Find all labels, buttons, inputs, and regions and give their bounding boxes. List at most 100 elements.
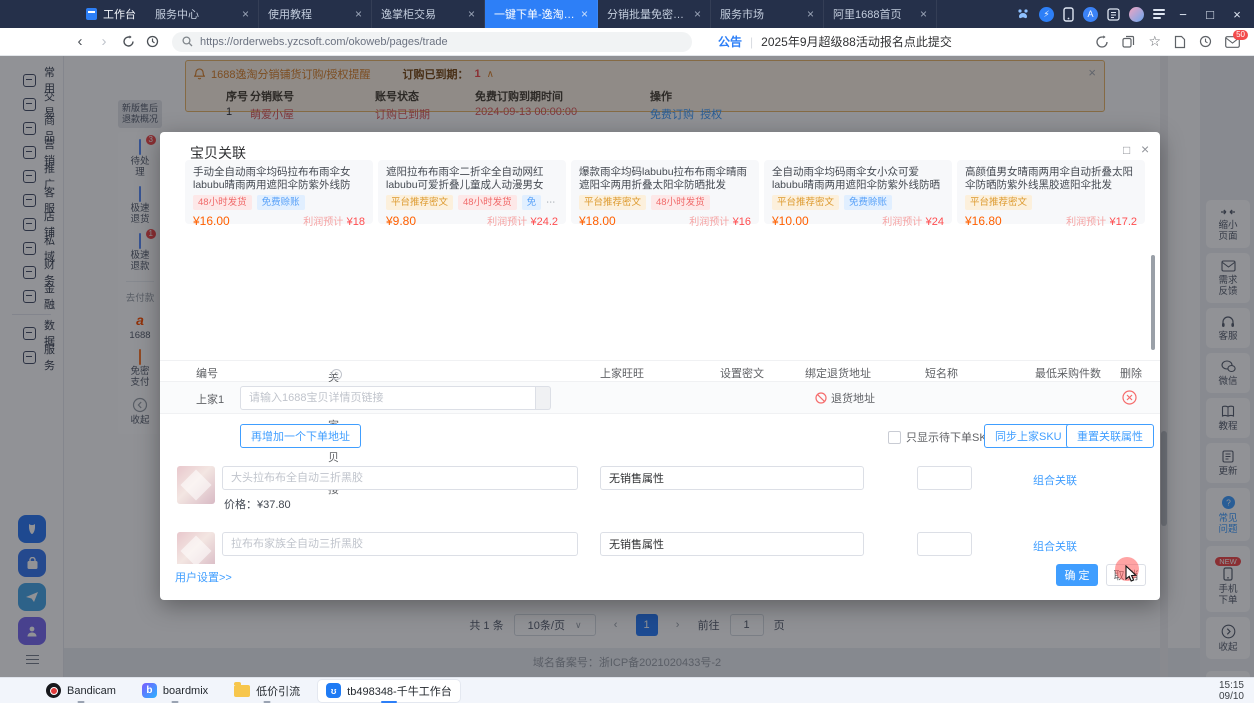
product-card[interactable]: 全自动雨伞均码雨伞女小众可爱labubu晴雨两用遮阳伞防紫外线防晒 平台推荐密文… (764, 160, 952, 224)
modal-maximize-icon[interactable]: □ (1123, 143, 1130, 157)
forward-icon[interactable]: › (92, 33, 116, 50)
screen: 工作台 服务中心× 使用教程× 逸掌柜交易× 一键下单-逸淘软件× 分销批量免密… (0, 0, 1254, 703)
profit: ¥24 (926, 216, 944, 228)
back-icon[interactable]: ‹ (68, 33, 92, 50)
workspace-label: 工作台 (103, 6, 136, 22)
history-icon[interactable] (140, 35, 164, 48)
mail-badge: 50 (1233, 30, 1248, 40)
alibaba-extension-icon[interactable]: A (1083, 7, 1098, 22)
search-icon (182, 36, 193, 47)
taskbar-item-folder[interactable]: 低价引流 (226, 680, 308, 702)
sku-attribute-input[interactable] (600, 466, 864, 490)
close-icon[interactable]: × (468, 7, 475, 21)
window-maximize-button[interactable]: □ (1201, 7, 1219, 22)
checkbox-icon[interactable] (888, 431, 901, 444)
clock-time: 15:15 (1219, 680, 1244, 691)
mail-icon[interactable]: 50 (1225, 36, 1240, 48)
paw-extension-icon[interactable] (1016, 7, 1030, 21)
delete-row-icon[interactable] (1122, 390, 1137, 405)
copy-icon[interactable] (1122, 35, 1135, 48)
announcement[interactable]: 公告 | 2025年9月超级88活动报名点此提交 (718, 33, 952, 50)
sync-supplier-sku-button[interactable]: 同步上家SKU (984, 424, 1073, 448)
supplier-link-input[interactable] (240, 386, 536, 410)
tab-batch-pay[interactable]: 分销批量免密支付× (598, 0, 711, 28)
close-icon[interactable]: × (581, 7, 588, 21)
tag: 平台推荐密文 (772, 195, 839, 210)
url-text: https://orderwebs.yzcsoft.com/okoweb/pag… (200, 36, 448, 48)
phone-extension-icon[interactable] (1063, 7, 1074, 22)
forbidden-icon (815, 392, 827, 404)
tab-yzg-trade[interactable]: 逸掌柜交易× (372, 0, 485, 28)
tab-one-key-order-active[interactable]: 一键下单-逸淘软件× (485, 0, 598, 28)
tab-service-center[interactable]: 服务中心× (146, 0, 259, 28)
boardmix-icon: b (142, 683, 157, 698)
reset-association-button[interactable]: 重置关联属性 (1066, 424, 1154, 448)
user-settings-link[interactable]: 用户设置>> (175, 569, 232, 585)
taskbar-item-bandicam[interactable]: Bandicam (38, 680, 124, 702)
window-close-button[interactable]: × (1228, 7, 1246, 22)
browser-toolbar: ‹ › https://orderwebs.yzcsoft.com/okoweb… (0, 28, 1254, 56)
workspace-icon (86, 8, 97, 20)
confirm-button[interactable]: 确 定 (1056, 564, 1098, 586)
taskbar-item-qianniu[interactable]: ʊ tb498348-千牛工作台 (318, 680, 460, 702)
price: ¥18.00 (579, 214, 616, 228)
close-icon[interactable]: × (242, 7, 249, 21)
close-icon[interactable]: × (355, 7, 362, 21)
tag: 免费赊账 (844, 195, 892, 210)
combo-association-link[interactable]: 组合关联 (1033, 472, 1077, 488)
page-icon[interactable] (1174, 35, 1186, 49)
sync-icon[interactable] (1095, 35, 1109, 49)
sku-name-input[interactable] (222, 532, 578, 556)
browser-menu-icon[interactable] (1153, 7, 1165, 21)
add-order-address-button[interactable]: 再增加一个下单地址 (240, 424, 361, 448)
workspace-tab[interactable]: 工作台 (86, 6, 136, 22)
extension-badge-icon[interactable]: ⚡ (1039, 7, 1054, 22)
close-icon[interactable]: × (807, 7, 814, 21)
source-product-cards: 手动全自动雨伞均码拉布布雨伞女labubu晴雨两用遮阳伞防紫外线防 48小时发货… (185, 160, 1145, 224)
price: ¥16.00 (193, 214, 230, 228)
sku-price-value: ¥37.80 (257, 499, 291, 511)
show-pending-sku-checkbox[interactable]: 只显示待下单SKU (888, 429, 995, 445)
modal-close-icon[interactable]: × (1141, 141, 1149, 157)
product-card[interactable]: 爆款雨伞均码labubu拉布布雨伞晴雨遮阳伞两用折叠太阳伞防晒批发 平台推荐密文… (571, 160, 759, 224)
tag: 48小时发货 (193, 195, 252, 210)
bind-return-address[interactable]: 退货地址 (815, 390, 875, 406)
product-card[interactable]: 遮阳拉布布雨伞二折伞全自动网红labubu可爱折叠儿童成人动漫男女 平台推荐密文… (378, 160, 566, 224)
info-icon[interactable]: ? (331, 369, 342, 380)
modal-scrollbar-thumb[interactable] (1151, 255, 1155, 350)
taskbar-clock[interactable]: 15:15 09/10 (1219, 680, 1254, 702)
link-table-header: 编号 关联上家宝贝链接? 上家旺旺 设置密文 绑定退货地址 短名称 最低采购件数… (160, 360, 1160, 382)
link-input-addon-button[interactable] (536, 386, 551, 410)
divider: | (750, 35, 753, 49)
tag: 平台推荐密文 (965, 195, 1032, 210)
taskbar-item-boardmix[interactable]: b boardmix (134, 680, 216, 702)
address-bar[interactable]: https://orderwebs.yzcsoft.com/okoweb/pag… (172, 32, 692, 52)
tab-1688-home[interactable]: 阿里1688首页× (824, 0, 937, 28)
min-purchase-input[interactable] (917, 466, 972, 490)
browser-tab-bar: 工作台 服务中心× 使用教程× 逸掌柜交易× 一键下单-逸淘软件× 分销批量免密… (0, 0, 1254, 28)
price: ¥16.80 (965, 214, 1002, 228)
announcement-label: 公告 (718, 33, 742, 50)
avatar[interactable] (1129, 7, 1144, 22)
tag: 免费赊账 (257, 195, 305, 210)
notes-extension-icon[interactable] (1107, 8, 1120, 21)
os-taskbar: Bandicam b boardmix 低价引流 ʊ tb498348-千牛工作… (0, 677, 1254, 703)
clock-icon[interactable] (1199, 35, 1212, 48)
tab-service-market[interactable]: 服务市场× (711, 0, 824, 28)
close-icon[interactable]: × (694, 7, 701, 21)
close-icon[interactable]: × (920, 7, 927, 21)
window-minimize-button[interactable]: − (1174, 7, 1192, 22)
tag: 平台推荐密文 (579, 195, 646, 210)
star-icon[interactable]: ☆ (1148, 33, 1161, 50)
tag: 48小时发货 (458, 195, 517, 210)
reload-icon[interactable] (116, 35, 140, 48)
sku-name-input[interactable] (222, 466, 578, 490)
min-purchase-input[interactable] (917, 532, 972, 556)
combo-association-link[interactable]: 组合关联 (1033, 538, 1077, 554)
sku-attribute-input[interactable] (600, 532, 864, 556)
tab-tutorial[interactable]: 使用教程× (259, 0, 372, 28)
product-association-modal: 宝贝关联 □ × 手动全自动雨伞均码拉布布雨伞女labubu晴雨两用遮阳伞防紫外… (160, 132, 1160, 600)
product-card[interactable]: 高颜值男女晴雨两用伞自动折叠太阳伞防晒防紫外线黑胶遮阳伞批发 平台推荐密文 ¥1… (957, 160, 1145, 224)
mouse-cursor (1125, 565, 1140, 583)
product-card[interactable]: 手动全自动雨伞均码拉布布雨伞女labubu晴雨两用遮阳伞防紫外线防 48小时发货… (185, 160, 373, 224)
